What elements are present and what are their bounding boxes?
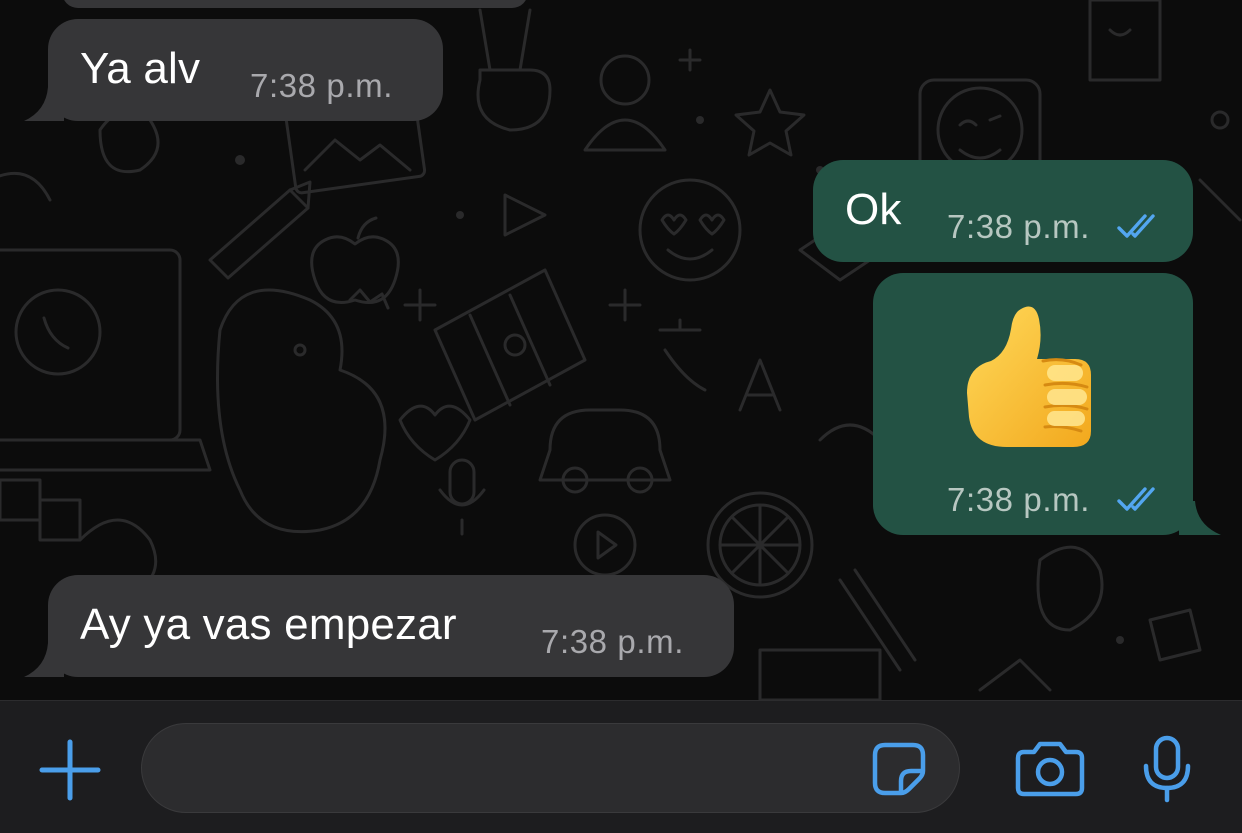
read-receipt-icon: [1117, 487, 1155, 511]
message-text: Ok: [845, 185, 902, 234]
read-receipt-icon: [1117, 214, 1155, 238]
plus-icon[interactable]: [38, 738, 102, 802]
chat-screen: Ya alv 7:38 p.m. Ok 7:38 p.m. 7:38 p.m. …: [0, 0, 1242, 833]
microphone-icon[interactable]: [1142, 734, 1192, 804]
incoming-message-bubble[interactable]: Ay ya vas empezar 7:38 p.m.: [24, 575, 734, 677]
message-text: Ay ya vas empezar: [80, 600, 457, 649]
message-input[interactable]: [141, 723, 960, 813]
bubble-tail-left: [24, 643, 64, 677]
message-timestamp: 7:38 p.m.: [541, 623, 684, 660]
message-timestamp: 7:38 p.m.: [947, 481, 1090, 518]
message-text: Ya alv: [80, 44, 201, 93]
bubble-tail-left: [24, 87, 64, 121]
message-timestamp: 7:38 p.m.: [250, 67, 393, 104]
outgoing-emoji-bubble[interactable]: 7:38 p.m.: [873, 273, 1221, 535]
sticker-icon[interactable]: [871, 741, 927, 797]
previous-message-bubble: [62, 0, 528, 8]
outgoing-message-bubble[interactable]: Ok 7:38 p.m.: [813, 160, 1193, 262]
camera-icon[interactable]: [1014, 738, 1086, 798]
thumbs-up-emoji-icon: [967, 306, 1091, 447]
bubble-tail-right: [1179, 501, 1221, 535]
incoming-message-bubble[interactable]: Ya alv 7:38 p.m.: [24, 19, 443, 121]
message-timestamp: 7:38 p.m.: [947, 208, 1090, 245]
